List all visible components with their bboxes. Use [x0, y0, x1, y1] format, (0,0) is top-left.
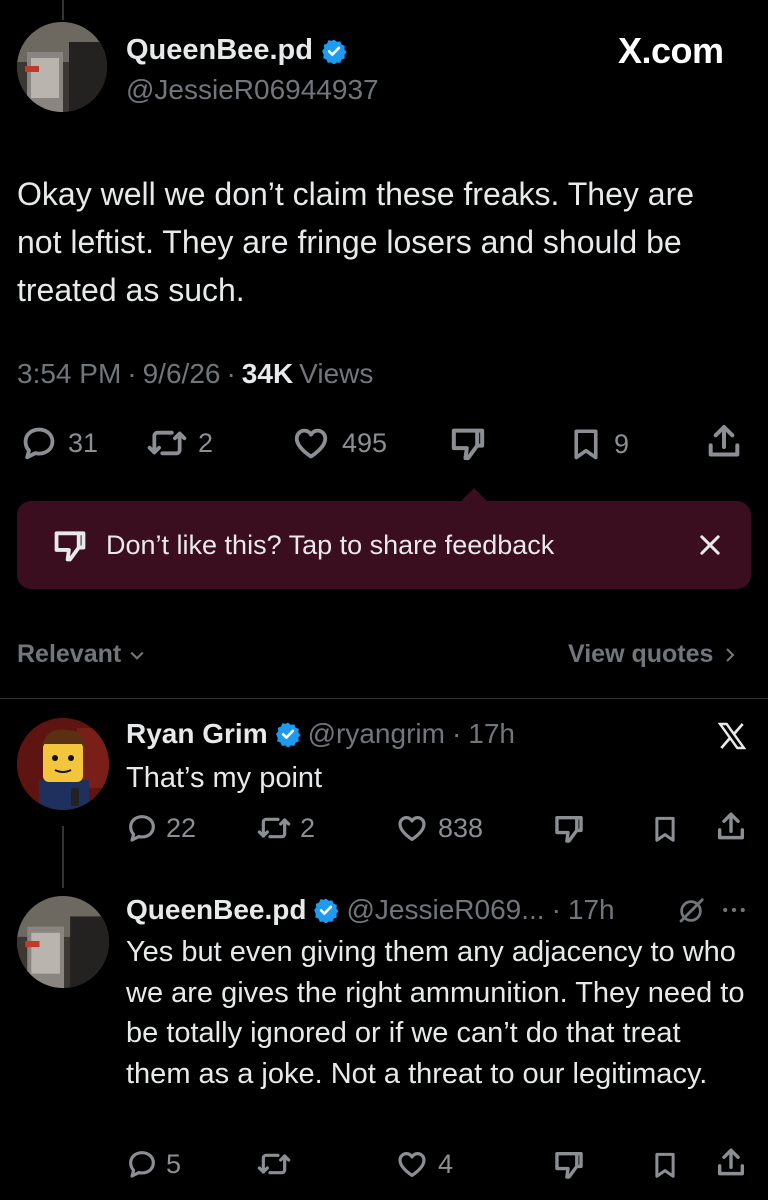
share-icon [717, 1148, 745, 1176]
repost-icon [257, 1153, 291, 1175]
dislike-action[interactable] [552, 1148, 586, 1182]
repost-action[interactable] [256, 1148, 292, 1180]
like-icon [398, 816, 426, 841]
verified-badge-icon [275, 722, 301, 747]
like-count: 838 [438, 812, 484, 843]
chevron-right-icon [726, 647, 735, 662]
like-count: 4 [438, 1148, 454, 1179]
share-action[interactable] [704, 422, 744, 462]
banner-pointer [460, 488, 488, 502]
verified-badge-icon [322, 39, 347, 64]
reply-time[interactable]: 17h [568, 894, 615, 926]
thread-line [62, 0, 64, 20]
repost-icon [257, 817, 291, 839]
bookmark-action[interactable]: 9 [568, 424, 629, 464]
repost-icon [147, 430, 187, 456]
reply-text: Yes but even giving them any adjacency t… [126, 936, 745, 1090]
close-banner-icon[interactable] [696, 531, 724, 559]
repost-count: 2 [300, 812, 316, 843]
like-icon [398, 1152, 426, 1177]
banner-thumbs-down-icon [50, 527, 90, 565]
meta-separator: · [451, 718, 462, 749]
reply-action[interactable]: 31 [20, 424, 98, 462]
views-count: 34K [241, 358, 294, 389]
tweet-meta: 3:54 PM · 9/6/26 · 34K Views [17, 358, 373, 390]
avatar-queenbee[interactable] [17, 22, 107, 112]
share-action[interactable] [714, 810, 748, 844]
like-action[interactable]: 495 [290, 424, 387, 462]
more-options-icon[interactable] [720, 896, 748, 924]
like-action[interactable]: 4 [394, 1148, 453, 1180]
reply-icon [129, 815, 155, 842]
avatar-queenbee[interactable] [17, 896, 109, 988]
share-icon [717, 812, 745, 840]
tweet-text: Okay well we don’t claim these freaks. T… [17, 176, 695, 308]
grok-icon[interactable] [676, 896, 706, 926]
author-name[interactable]: QueenBee.pd [126, 34, 313, 67]
reply-action[interactable]: 22 [126, 812, 196, 844]
author-row: QueenBee.pd [126, 34, 347, 67]
repost-action[interactable]: 2 [146, 424, 213, 462]
reply-author-name[interactable]: Ryan Grim [126, 718, 268, 750]
reply-author-handle[interactable]: @ryangrim [308, 718, 445, 750]
feedback-text[interactable]: Don’t like this? Tap to share feedback [106, 530, 554, 561]
reply-icon [23, 427, 55, 460]
sort-label: Relevant [17, 640, 122, 668]
x-logo-icon [716, 720, 748, 752]
reply-author-handle[interactable]: @JessieR069... [346, 894, 544, 926]
verified-badge-icon [314, 898, 340, 923]
reply-count: 31 [68, 427, 99, 458]
share-action[interactable] [714, 1146, 748, 1180]
bookmark-action[interactable] [650, 812, 680, 846]
author-handle[interactable]: @JessieR06944937 [126, 74, 379, 106]
like-count: 495 [342, 427, 388, 458]
share-icon [708, 425, 740, 457]
meta-separator: · [226, 358, 236, 389]
thumbs-down-icon [451, 428, 485, 461]
reply-time[interactable]: 17h [468, 718, 515, 750]
bookmark-icon [574, 429, 598, 460]
reply-icon [129, 1151, 155, 1178]
like-icon [294, 428, 328, 459]
thread-line [62, 826, 64, 888]
repost-count: 2 [198, 427, 214, 458]
bookmark-icon [655, 1152, 675, 1178]
reply-count: 22 [166, 812, 197, 843]
meta-separator: · [127, 358, 137, 389]
dislike-action[interactable] [552, 812, 586, 846]
view-quotes-link[interactable]: View quotes [568, 640, 739, 669]
view-quotes-label: View quotes [568, 640, 714, 668]
reply-header: QueenBee.pd @JessieR069... · 17h [126, 894, 615, 926]
chevron-down-icon [130, 651, 144, 660]
divider [0, 698, 768, 699]
reply-header: Ryan Grim @ryangrim · 17h [126, 718, 515, 750]
tweet-date[interactable]: 9/6/26 [143, 358, 221, 390]
x-com-watermark: X.com [618, 30, 724, 71]
thumbs-down-icon [555, 815, 583, 843]
reply-action[interactable]: 5 [126, 1148, 181, 1180]
thumbs-down-icon [555, 1151, 583, 1179]
meta-separator: · [551, 894, 561, 925]
bookmark-action[interactable] [650, 1148, 680, 1182]
tweet-time[interactable]: 3:54 PM [17, 358, 121, 390]
sort-dropdown[interactable]: Relevant [17, 640, 147, 669]
reply-count: 5 [166, 1148, 182, 1179]
reply-author-name[interactable]: QueenBee.pd [126, 894, 306, 926]
dislike-action[interactable] [448, 424, 488, 464]
bookmark-count: 9 [614, 428, 630, 459]
views-label: Views [299, 358, 374, 389]
repost-action[interactable]: 2 [256, 812, 315, 844]
reply-text: That’s my point [126, 762, 323, 794]
like-action[interactable]: 838 [394, 812, 483, 844]
bookmark-icon [655, 816, 675, 842]
avatar-ryan-grim[interactable] [17, 718, 109, 810]
